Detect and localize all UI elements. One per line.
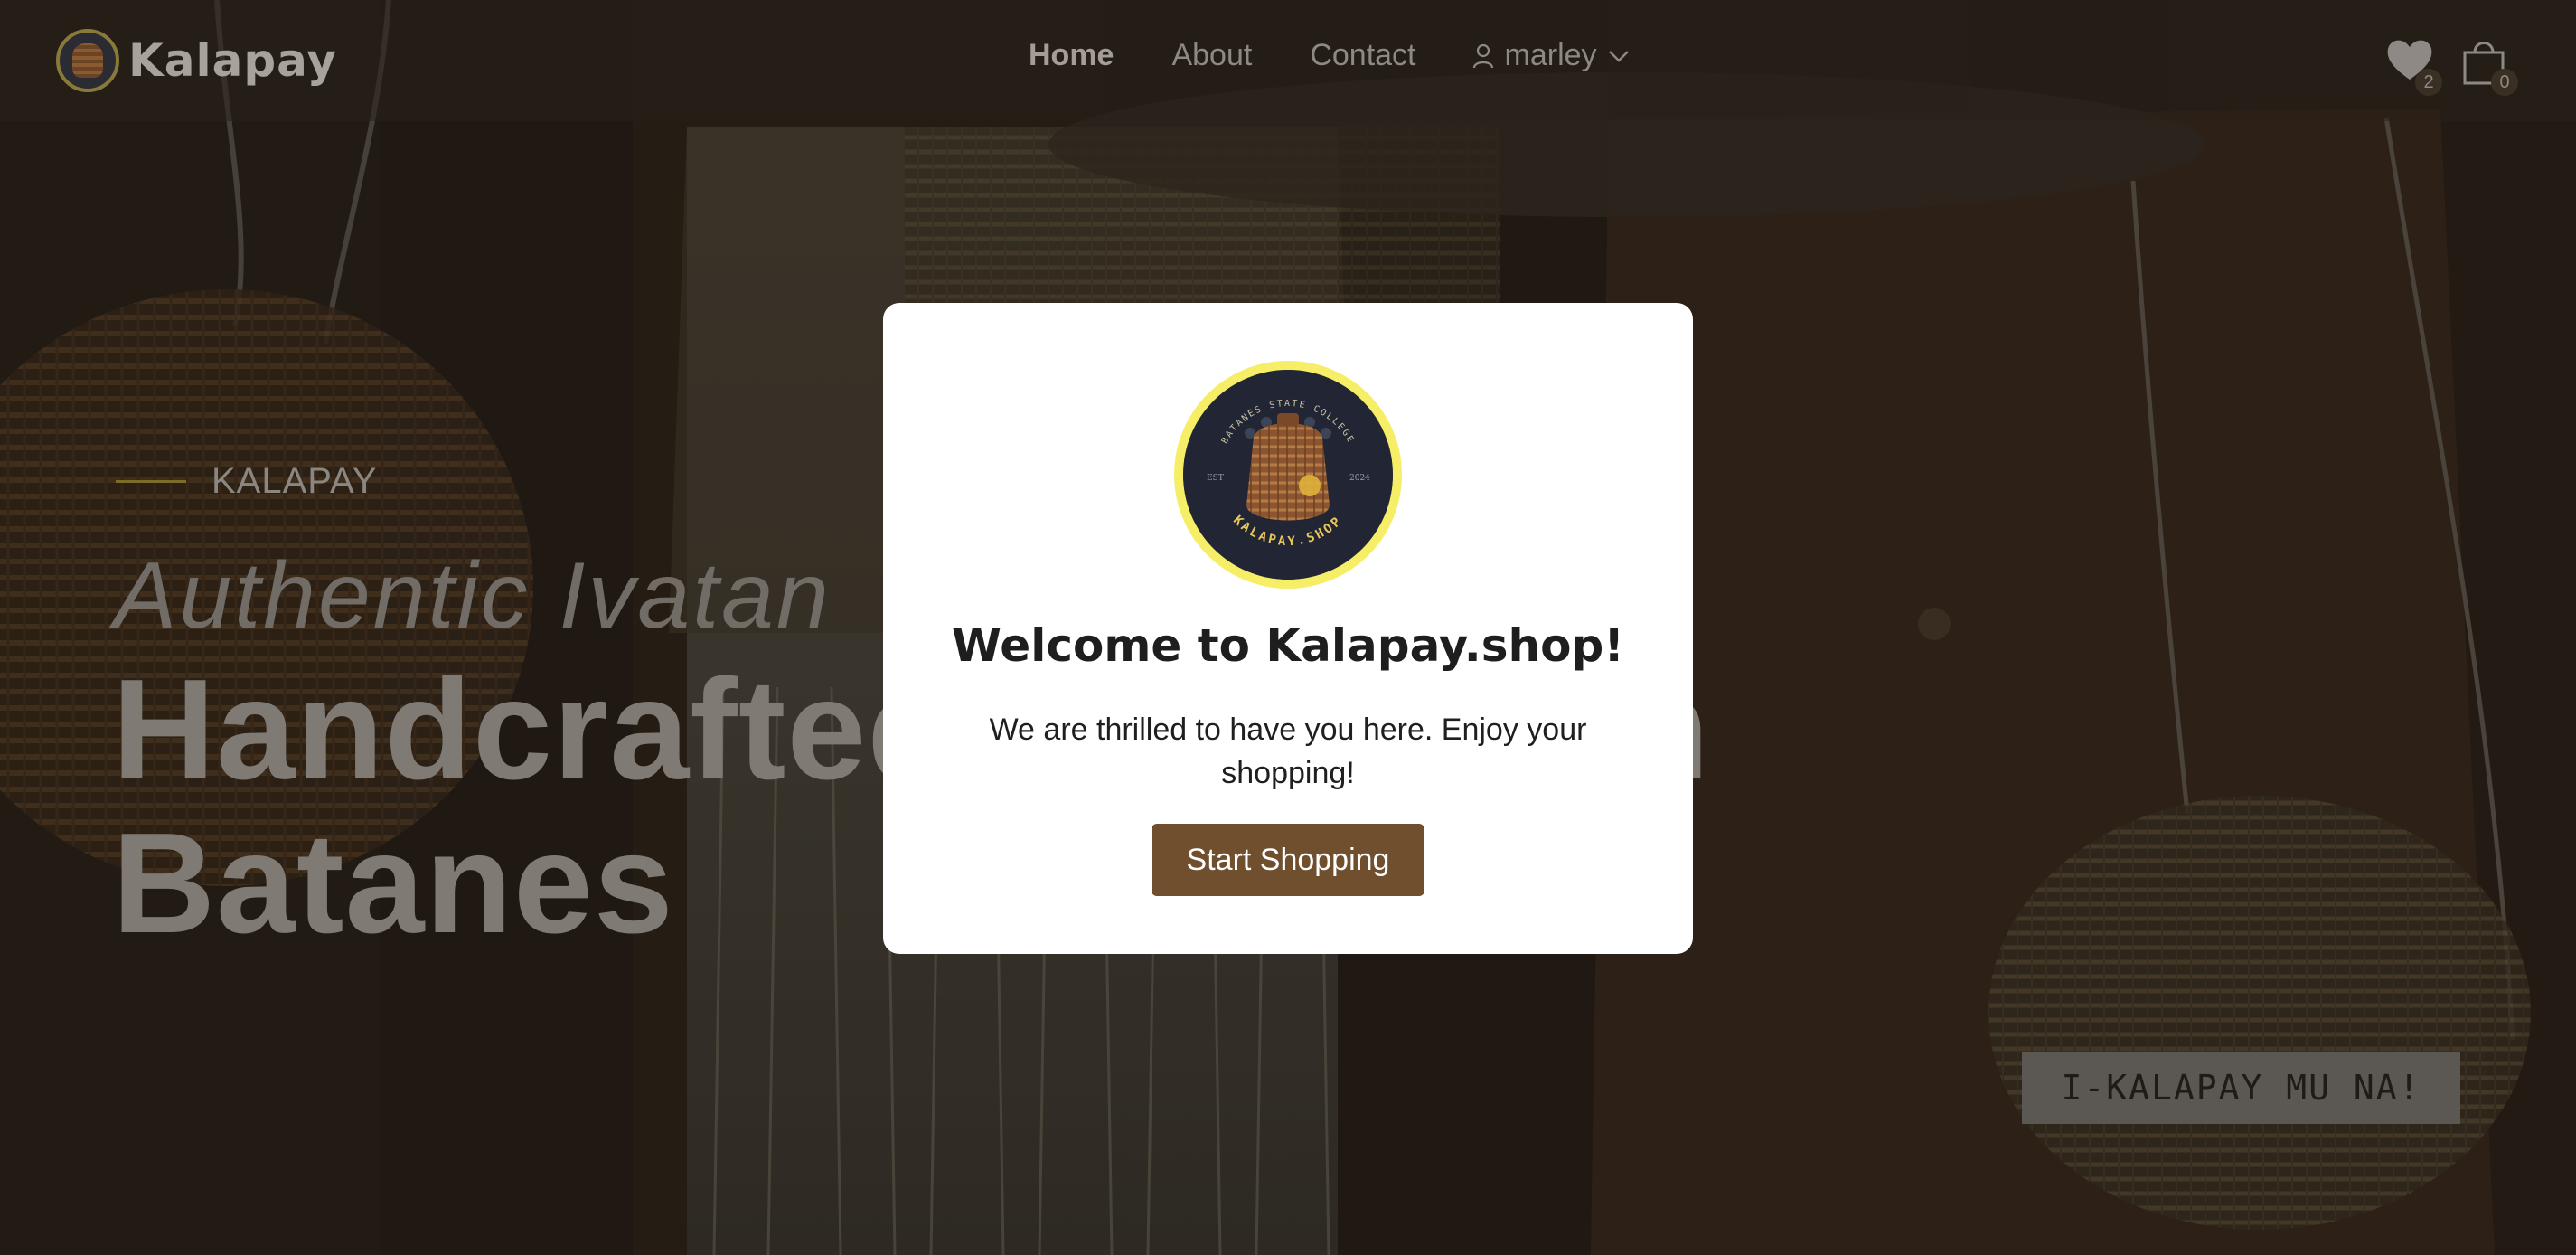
chevron-down-icon [1608,50,1629,62]
brand-link[interactable]: Kalapay [56,27,337,94]
nav-link-about[interactable]: About [1171,38,1252,73]
kalapay-shop-logo: BATANES STATE COLLEGE KALAPAY.SHOP EST 2… [1174,361,1402,589]
user-menu-dropdown[interactable]: marley [1472,38,1630,73]
kalapay-seal-logo-icon: BATANES STATE COLLEGE KALAPAY.SHOP EST 2… [1183,370,1393,580]
modal-title: Welcome to Kalapay.shop! [951,619,1625,672]
nav-icons: 2 0 [2359,36,2518,96]
nav-link-home[interactable]: Home [1029,38,1114,73]
logo-est-text: EST [1207,474,1224,483]
cart-button[interactable]: 0 [2460,36,2518,96]
nav-link-contact[interactable]: Contact [1310,38,1415,73]
welcome-modal: BATANES STATE COLLEGE KALAPAY.SHOP EST 2… [883,303,1693,954]
brand-name: Kalapay [128,34,337,87]
user-icon [1472,43,1493,68]
modal-message: We are thrilled to have you here. Enjoy … [989,712,1587,790]
hero-eyebrow: KALAPAY [116,461,377,502]
page: Kalapay Home About Contact marley 2 0 KA… [0,0,2576,1255]
eyebrow-divider [116,480,186,483]
eyebrow-text: KALAPAY [212,461,378,501]
start-shopping-button[interactable]: Start Shopping [1152,824,1424,896]
logo-year-text: 2024 [1349,474,1370,483]
hero-cta-button[interactable]: I-KALAPAY MU NA! [2022,1052,2460,1124]
hero-subtitle: Authentic Ivatan [114,543,832,648]
user-name: marley [1504,38,1597,72]
wishlist-count-badge: 2 [2415,69,2442,96]
nav-links: Home About Contact marley [1029,38,1630,73]
cart-count-badge: 0 [2491,69,2518,96]
top-navbar: Kalapay Home About Contact marley 2 0 [0,0,2576,121]
wishlist-button[interactable]: 2 [2384,36,2442,96]
brand-logo-icon [56,29,119,92]
